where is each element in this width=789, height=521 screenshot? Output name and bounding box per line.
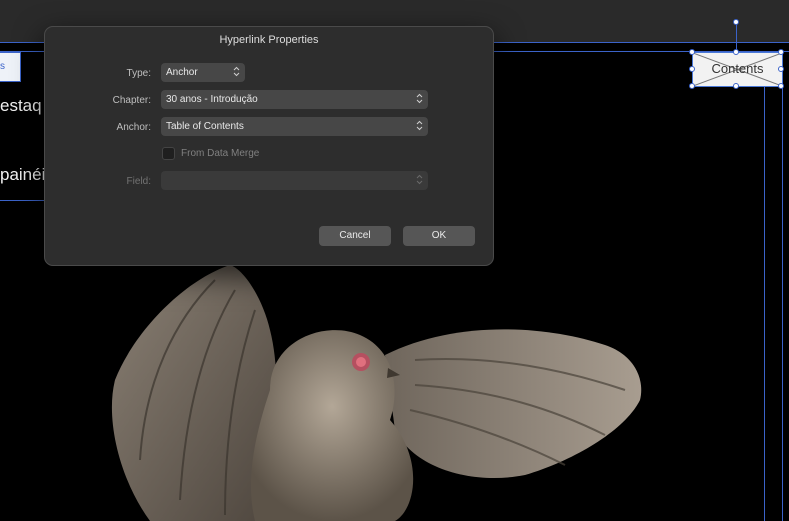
link-frame-left-text: s [0,61,5,72]
bird-photo[interactable] [95,260,655,521]
ok-button[interactable]: OK [403,226,475,246]
anchor-label: Anchor: [116,122,151,133]
selection-handle-bl[interactable] [689,83,695,89]
selection-handle-tr[interactable] [778,49,784,55]
selection-handle-b[interactable] [733,83,739,89]
selection-handle-t[interactable] [733,49,739,55]
body-text-fragment[interactable]: painéi [0,165,45,185]
guide-bleed-right [782,85,783,521]
cancel-button[interactable]: Cancel [319,226,391,246]
chapter-value: 30 anos - Introdução [166,94,258,105]
link-frame-left[interactable]: s [0,52,21,82]
rotation-handle[interactable] [733,19,739,25]
selection-handle-r[interactable] [778,66,784,72]
chevron-updown-icon [416,120,423,131]
field-popup[interactable] [161,171,428,190]
hyperlink-properties-dialog: Hyperlink Properties Type: Anchor Chapte… [44,26,494,266]
anchor-value: Table of Contents [166,121,244,132]
chapter-label: Chapter: [112,95,151,106]
selection-handle-tl[interactable] [689,49,695,55]
from-data-merge-label: From Data Merge [181,148,260,159]
type-value: Anchor [166,67,198,78]
chevron-updown-icon [233,66,240,77]
chapter-popup[interactable]: 30 anos - Introdução [161,90,428,109]
guide-text-frame [0,200,44,201]
selection-handle-br[interactable] [778,83,784,89]
type-label: Type: [126,68,151,79]
anchor-popup[interactable]: Table of Contents [161,117,428,136]
body-text-fragment[interactable]: estaq [0,96,42,116]
guide-margin-right [764,85,765,521]
contents-frame[interactable]: Contents [692,52,783,87]
selection-handle-l[interactable] [689,66,695,72]
dialog-title: Hyperlink Properties [219,34,319,46]
chevron-updown-icon [416,174,423,185]
rotation-handle-line [736,22,737,52]
type-popup[interactable]: Anchor [161,63,245,82]
field-label: Field: [126,176,151,187]
contents-frame-label: Contents [711,61,764,76]
chevron-updown-icon [416,93,423,104]
from-data-merge-checkbox[interactable] [162,147,175,160]
